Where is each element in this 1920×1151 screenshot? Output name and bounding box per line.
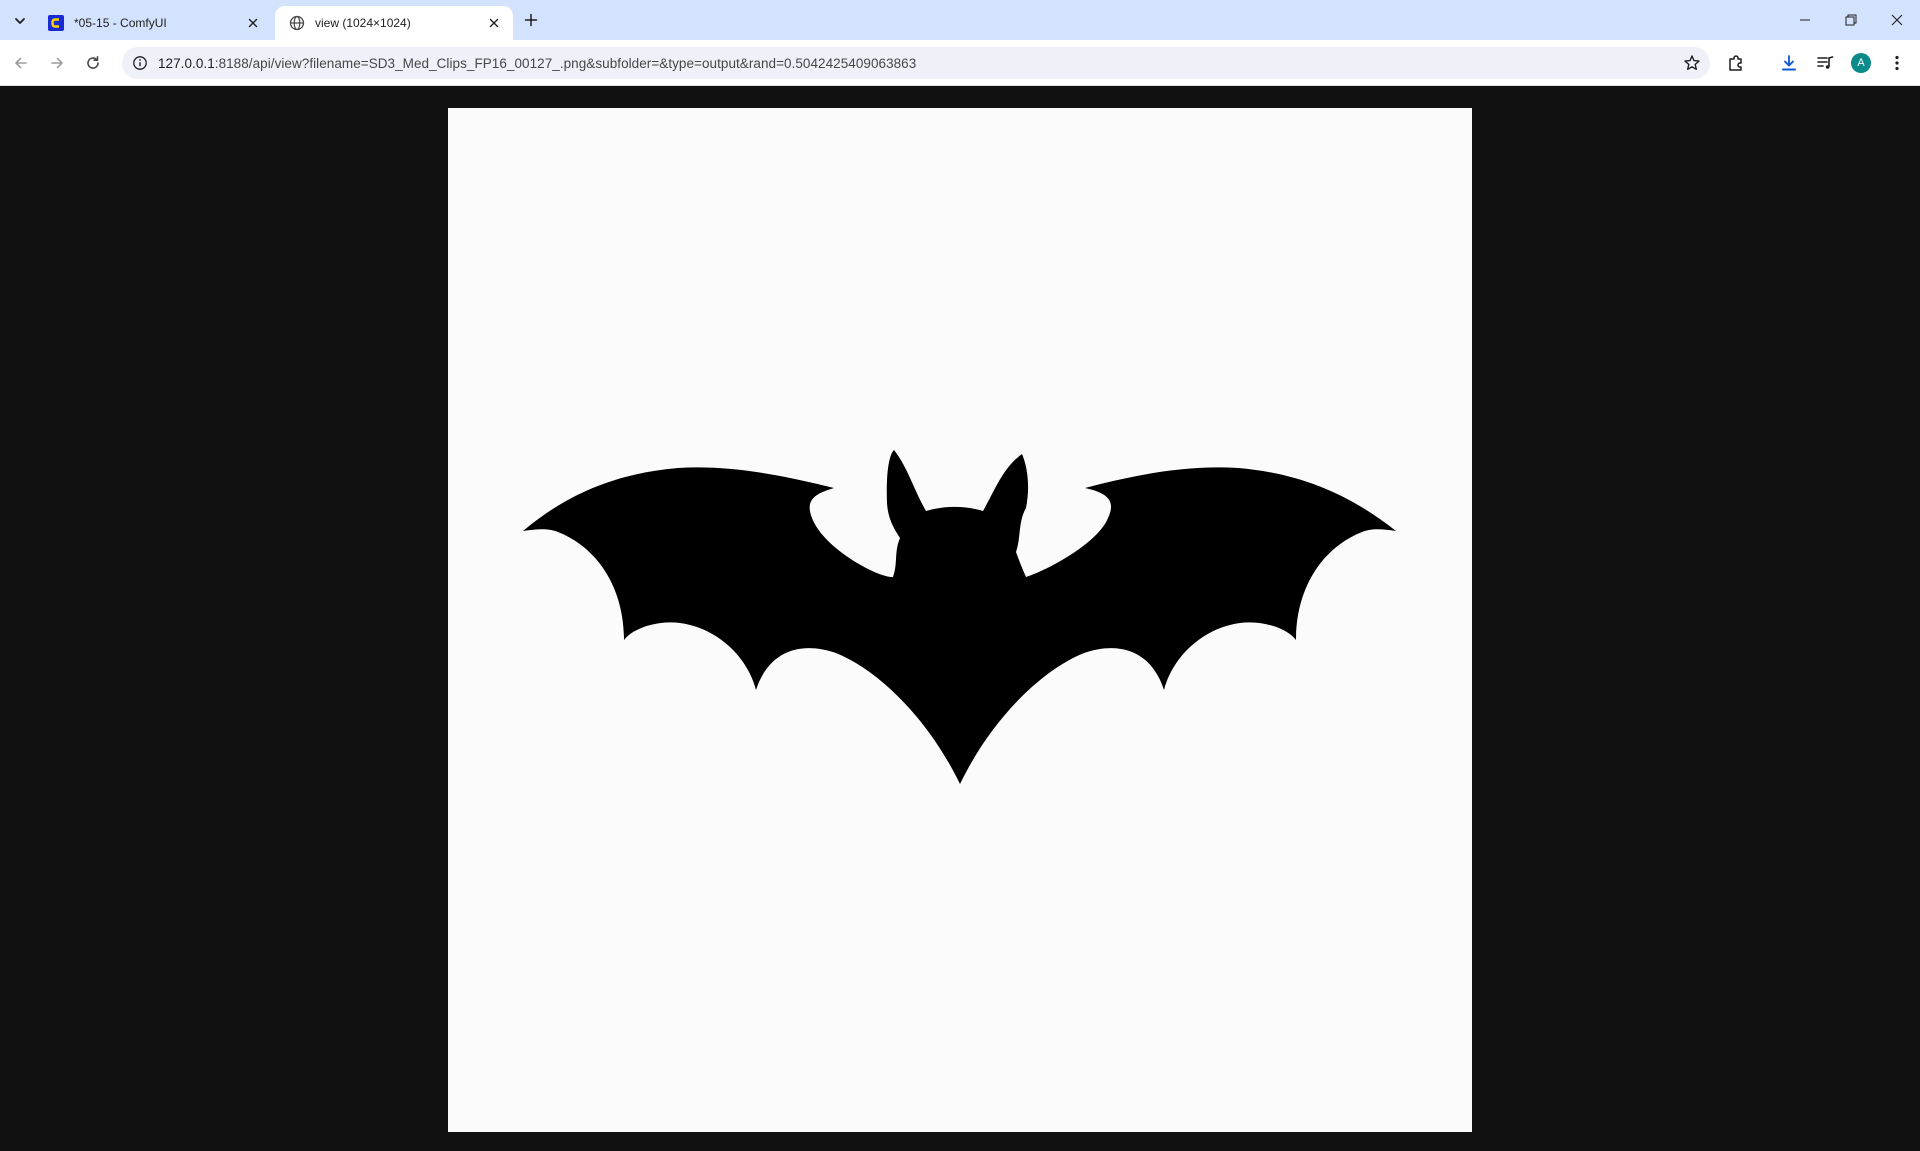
- minimize-button[interactable]: [1782, 0, 1828, 40]
- bat-silhouette-icon: [523, 450, 1396, 784]
- bookmark-star-icon[interactable]: [1682, 53, 1702, 73]
- back-button[interactable]: [6, 48, 36, 78]
- reload-button[interactable]: [78, 48, 108, 78]
- tab-title: *05-15 - ComfyUI: [74, 16, 167, 30]
- close-window-button[interactable]: [1874, 0, 1920, 40]
- extensions-button[interactable]: [1724, 51, 1748, 75]
- profile-button[interactable]: A: [1849, 51, 1873, 75]
- minimize-icon: [1800, 19, 1810, 21]
- tab-search-button[interactable]: [6, 7, 33, 34]
- site-info-icon[interactable]: [130, 53, 150, 73]
- media-controls-button[interactable]: [1813, 51, 1837, 75]
- plus-icon: [524, 13, 538, 27]
- tab-title: view (1024×1024): [315, 16, 411, 30]
- forward-button[interactable]: [42, 48, 72, 78]
- comfyui-logo-icon: [48, 15, 64, 31]
- url-host: 127.0.0.1: [158, 55, 215, 71]
- close-icon: [1891, 14, 1903, 26]
- more-vertical-icon: [1895, 55, 1899, 71]
- queue-music-icon: [1817, 56, 1834, 69]
- tab-comfyui[interactable]: *05-15 - ComfyUI: [34, 6, 272, 40]
- viewed-image[interactable]: [448, 108, 1472, 1132]
- tab-view[interactable]: view (1024×1024): [275, 6, 513, 40]
- globe-icon: [289, 15, 305, 31]
- tab-strip: *05-15 - ComfyUI view (1024×1024): [0, 0, 1920, 40]
- address-bar[interactable]: 127.0.0.1:8188/api/view?filename=SD3_Med…: [122, 47, 1710, 79]
- url-text: 127.0.0.1:8188/api/view?filename=SD3_Med…: [158, 56, 916, 71]
- menu-button[interactable]: [1885, 51, 1909, 75]
- restore-button[interactable]: [1828, 0, 1874, 40]
- browser-toolbar: 127.0.0.1:8188/api/view?filename=SD3_Med…: [0, 40, 1920, 86]
- downloads-button[interactable]: [1777, 51, 1801, 75]
- close-tab-icon[interactable]: [485, 14, 503, 32]
- image-viewer: [0, 87, 1920, 1151]
- download-icon: [1782, 55, 1796, 71]
- close-tab-icon[interactable]: [244, 14, 262, 32]
- arrow-left-icon: [15, 57, 27, 69]
- url-path: :8188/api/view?filename=SD3_Med_Clips_FP…: [214, 55, 917, 71]
- new-tab-button[interactable]: [518, 7, 544, 33]
- puzzle-icon: [1729, 55, 1742, 71]
- arrow-right-icon: [51, 57, 63, 69]
- chevron-down-icon: [14, 17, 25, 24]
- avatar: A: [1851, 53, 1871, 73]
- restore-icon: [1845, 14, 1857, 26]
- reload-icon: [87, 56, 99, 69]
